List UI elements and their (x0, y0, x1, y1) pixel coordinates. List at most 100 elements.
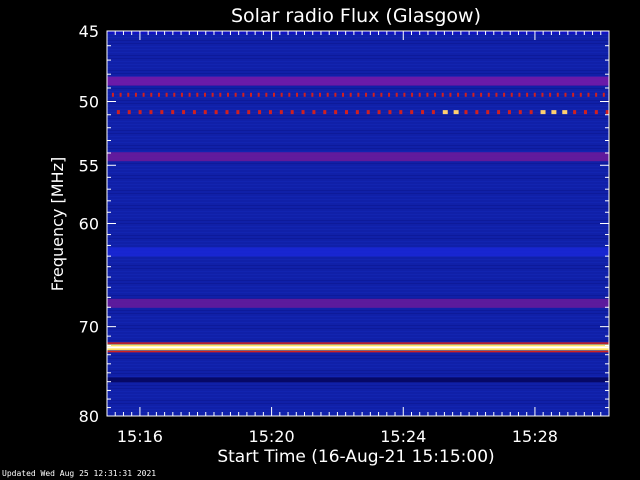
burst-marker (288, 92, 291, 97)
burst-marker (572, 92, 575, 97)
burst-marker (464, 110, 468, 115)
texture-line (107, 196, 609, 197)
texture-line (107, 373, 609, 374)
texture-line (107, 115, 609, 116)
y-tick-label: 70 (79, 318, 99, 337)
texture-line (107, 175, 609, 176)
burst-marker (573, 110, 577, 115)
burst-marker (475, 110, 479, 115)
burst-marker (236, 110, 240, 115)
burst-marker (171, 110, 175, 115)
texture-line (107, 394, 609, 395)
texture-line (107, 328, 609, 329)
frequency-band (107, 247, 609, 257)
texture-line (107, 193, 609, 194)
burst-marker (150, 92, 153, 97)
texture-line (107, 43, 609, 44)
texture-line (107, 220, 609, 221)
band-edge (107, 350, 609, 353)
texture-line (107, 238, 609, 239)
burst-marker (487, 92, 490, 97)
texture-line (107, 316, 609, 317)
burst-marker (388, 110, 392, 115)
burst-marker (301, 110, 305, 115)
texture-line (107, 172, 609, 173)
burst-marker (503, 92, 506, 97)
burst-marker (434, 92, 437, 97)
texture-line (107, 277, 609, 278)
texture-line (107, 283, 609, 284)
burst-marker (480, 92, 483, 97)
texture-line (107, 400, 609, 401)
burst-marker (551, 110, 557, 115)
texture-line (107, 52, 609, 53)
burst-marker (518, 110, 522, 115)
burst-marker (214, 110, 218, 115)
burst-marker (234, 92, 237, 97)
burst-marker (510, 92, 513, 97)
x-axis-label: Start Time (16-Aug-21 15:15:00) (217, 447, 494, 467)
burst-marker (486, 110, 490, 115)
burst-marker (203, 92, 206, 97)
burst-marker (268, 110, 272, 115)
texture-line (107, 235, 609, 236)
x-tick-label: 15:20 (249, 427, 295, 446)
texture-line (107, 274, 609, 275)
texture-line (107, 136, 609, 137)
texture-line (107, 58, 609, 59)
burst-marker (355, 110, 359, 115)
texture-line (107, 199, 609, 200)
texture-line (107, 97, 609, 98)
texture-line (107, 202, 609, 203)
texture-line (107, 232, 609, 233)
burst-marker (426, 92, 429, 97)
burst-marker (119, 92, 122, 97)
burst-marker (326, 92, 329, 97)
burst-marker (587, 92, 590, 97)
texture-line (107, 142, 609, 143)
spectrogram-plot (107, 31, 609, 416)
burst-marker (403, 92, 406, 97)
texture-line (107, 259, 609, 260)
texture-line (107, 241, 609, 242)
burst-marker (349, 92, 352, 97)
burst-marker (602, 92, 605, 97)
burst-marker (529, 110, 533, 115)
burst-marker (533, 92, 536, 97)
burst-marker (334, 92, 337, 97)
update-timestamp: Updated Wed Aug 25 12:31:31 2021 (2, 469, 157, 478)
burst-marker (431, 110, 435, 115)
texture-line (107, 406, 609, 407)
texture-line (107, 412, 609, 413)
burst-marker (442, 110, 448, 115)
texture-line (107, 358, 609, 359)
texture-line (107, 217, 609, 218)
burst-marker (541, 92, 544, 97)
burst-marker (388, 92, 391, 97)
burst-marker (564, 92, 567, 97)
texture-line (107, 391, 609, 392)
burst-marker (116, 110, 120, 115)
burst-marker (344, 110, 348, 115)
burst-marker (365, 92, 368, 97)
texture-line (107, 364, 609, 365)
burst-marker (395, 92, 398, 97)
burst-marker (242, 92, 245, 97)
texture-line (107, 166, 609, 167)
burst-marker (411, 92, 414, 97)
texture-line (107, 325, 609, 326)
texture-line (107, 130, 609, 131)
y-axis-label: Frequency [MHz] (48, 157, 67, 291)
burst-marker (225, 110, 229, 115)
burst-marker (127, 110, 131, 115)
texture-line (107, 244, 609, 245)
burst-marker (526, 92, 529, 97)
burst-marker (457, 92, 460, 97)
burst-marker (453, 110, 459, 115)
burst-marker (319, 92, 322, 97)
y-tick-label: 45 (79, 22, 99, 41)
burst-marker (265, 92, 268, 97)
texture-line (107, 370, 609, 371)
texture-line (107, 226, 609, 227)
texture-line (107, 262, 609, 263)
